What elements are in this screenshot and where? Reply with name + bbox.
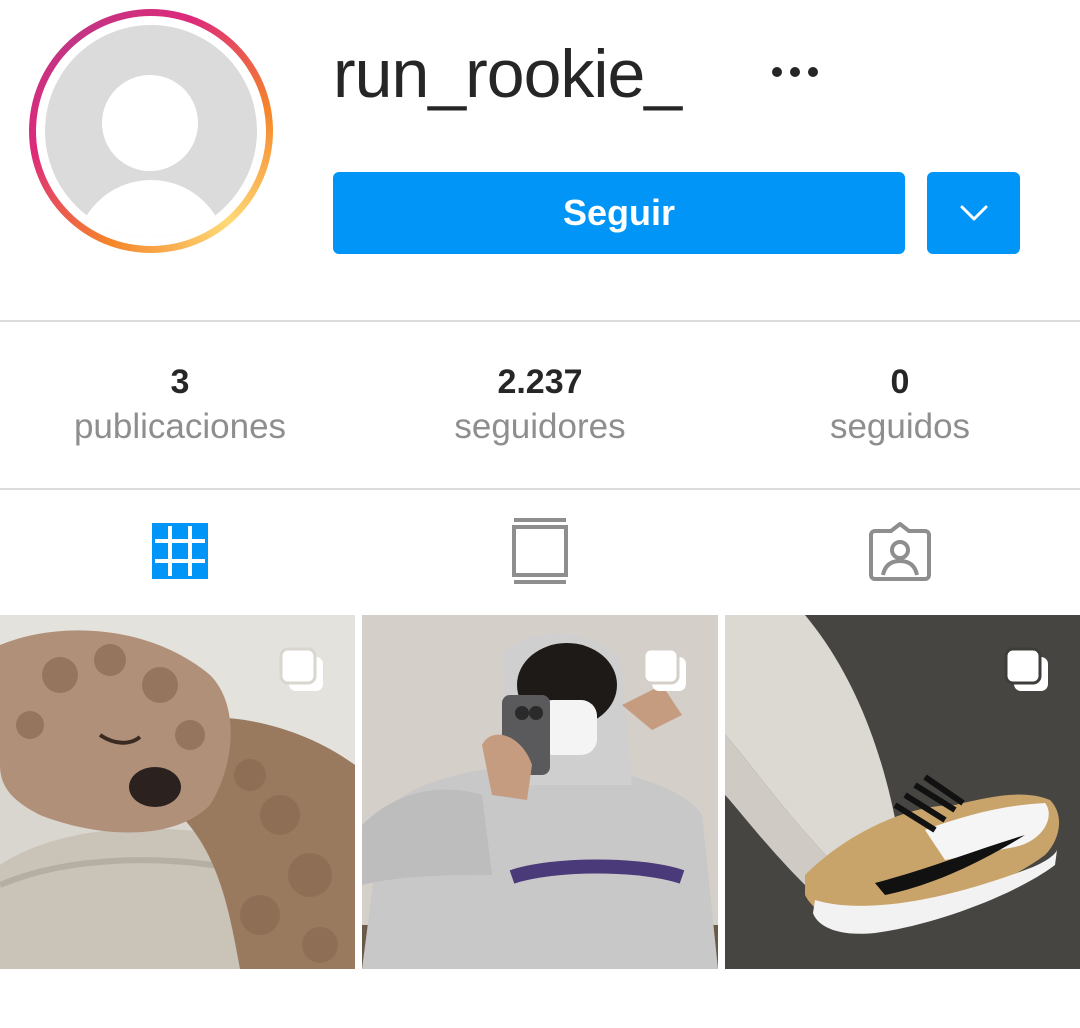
- suggested-dropdown-button[interactable]: [927, 172, 1020, 254]
- stat-label: seguidores: [454, 407, 626, 446]
- stat-posts: 3 publicaciones: [0, 323, 360, 488]
- more-horizontal-icon[interactable]: [760, 52, 830, 92]
- more-dot: [790, 67, 800, 77]
- post-thumbnail[interactable]: [725, 615, 1080, 969]
- follow-button[interactable]: Seguir: [333, 172, 905, 254]
- tab-tagged[interactable]: [720, 491, 1080, 611]
- default-avatar-icon[interactable]: [45, 25, 257, 237]
- stat-followers[interactable]: 2.237 seguidores: [360, 323, 720, 488]
- stat-label: publicaciones: [73, 407, 287, 446]
- more-dot: [808, 67, 818, 77]
- profile-username: run_rookie_: [333, 36, 682, 112]
- stat-value: 2.237: [497, 363, 583, 401]
- avatar-shoulders: [75, 180, 227, 237]
- tab-igtv[interactable]: [360, 491, 720, 611]
- more-dot: [772, 67, 782, 77]
- tab-grid[interactable]: [0, 491, 360, 611]
- grid-icon: [152, 523, 208, 579]
- carousel-icon: [279, 647, 323, 691]
- igtv-icon: [512, 518, 568, 584]
- stat-following[interactable]: 0 seguidos: [720, 323, 1080, 488]
- carousel-icon: [642, 647, 686, 691]
- post-thumbnail[interactable]: [0, 615, 355, 969]
- divider: [0, 488, 1080, 490]
- tagged-icon: [869, 522, 931, 581]
- profile-stats: 3 publicaciones 2.237 seguidores 0 segui…: [0, 323, 1080, 488]
- stat-value: 0: [890, 363, 910, 401]
- avatar-head: [102, 75, 198, 171]
- post-thumbnail[interactable]: [362, 615, 718, 969]
- chevron-down-icon: [960, 205, 987, 221]
- stat-label: seguidos: [829, 407, 971, 446]
- stat-value: 3: [170, 363, 190, 401]
- posts-grid: [0, 615, 1080, 969]
- divider: [0, 320, 1080, 322]
- carousel-icon: [1004, 647, 1048, 691]
- profile-tabs: [0, 491, 1080, 611]
